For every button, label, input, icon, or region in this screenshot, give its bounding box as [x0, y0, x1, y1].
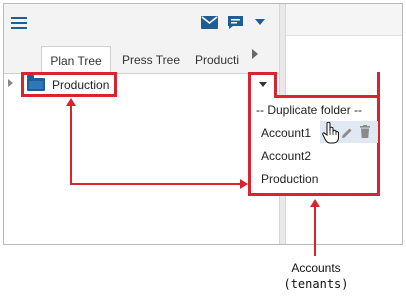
- arrow-line-vertical-left: [70, 104, 72, 184]
- highlight-box-menu-top: [248, 72, 277, 75]
- tab-bar: Plan Tree Press Tree Producti: [4, 46, 279, 74]
- expand-arrow-icon[interactable]: [8, 79, 13, 87]
- arrow-head-right: [240, 179, 248, 189]
- mail-icon[interactable]: [201, 16, 218, 29]
- chevron-right-icon[interactable]: [252, 49, 258, 59]
- edit-icon[interactable]: [341, 126, 353, 138]
- menu-item-account1[interactable]: Account1: [261, 126, 311, 140]
- callout-line2: (tenants): [283, 277, 349, 291]
- highlight-box-menu-step-top: [274, 95, 380, 98]
- menu-header: -- Duplicate folder --: [256, 103, 363, 117]
- callout-text: Accounts (tenants): [276, 260, 356, 292]
- highlight-box-menu-left: [248, 72, 251, 196]
- tree-view: [4, 73, 279, 244]
- arrow-head-up: [66, 98, 76, 106]
- arrow-line-callout: [314, 206, 316, 256]
- menu-item-production[interactable]: Production: [261, 172, 318, 186]
- chat-icon[interactable]: [227, 15, 244, 30]
- menu-icon[interactable]: [11, 17, 27, 29]
- content-header: [286, 4, 402, 36]
- tab-press-tree[interactable]: Press Tree: [113, 46, 189, 73]
- arrow-head-callout: [310, 199, 320, 207]
- highlight-box-node: [21, 72, 117, 97]
- menu-item-account2[interactable]: Account2: [261, 149, 311, 163]
- callout-line1: Accounts: [291, 261, 341, 275]
- hand-cursor-icon: [322, 121, 340, 145]
- tab-plan-tree[interactable]: Plan Tree: [41, 46, 111, 74]
- tab-production[interactable]: Producti: [191, 46, 243, 73]
- left-panel: Plan Tree Press Tree Producti: [4, 4, 279, 244]
- arrow-line-horizontal: [70, 183, 242, 185]
- delete-icon[interactable]: [360, 125, 370, 138]
- chevron-down-icon[interactable]: [255, 19, 265, 25]
